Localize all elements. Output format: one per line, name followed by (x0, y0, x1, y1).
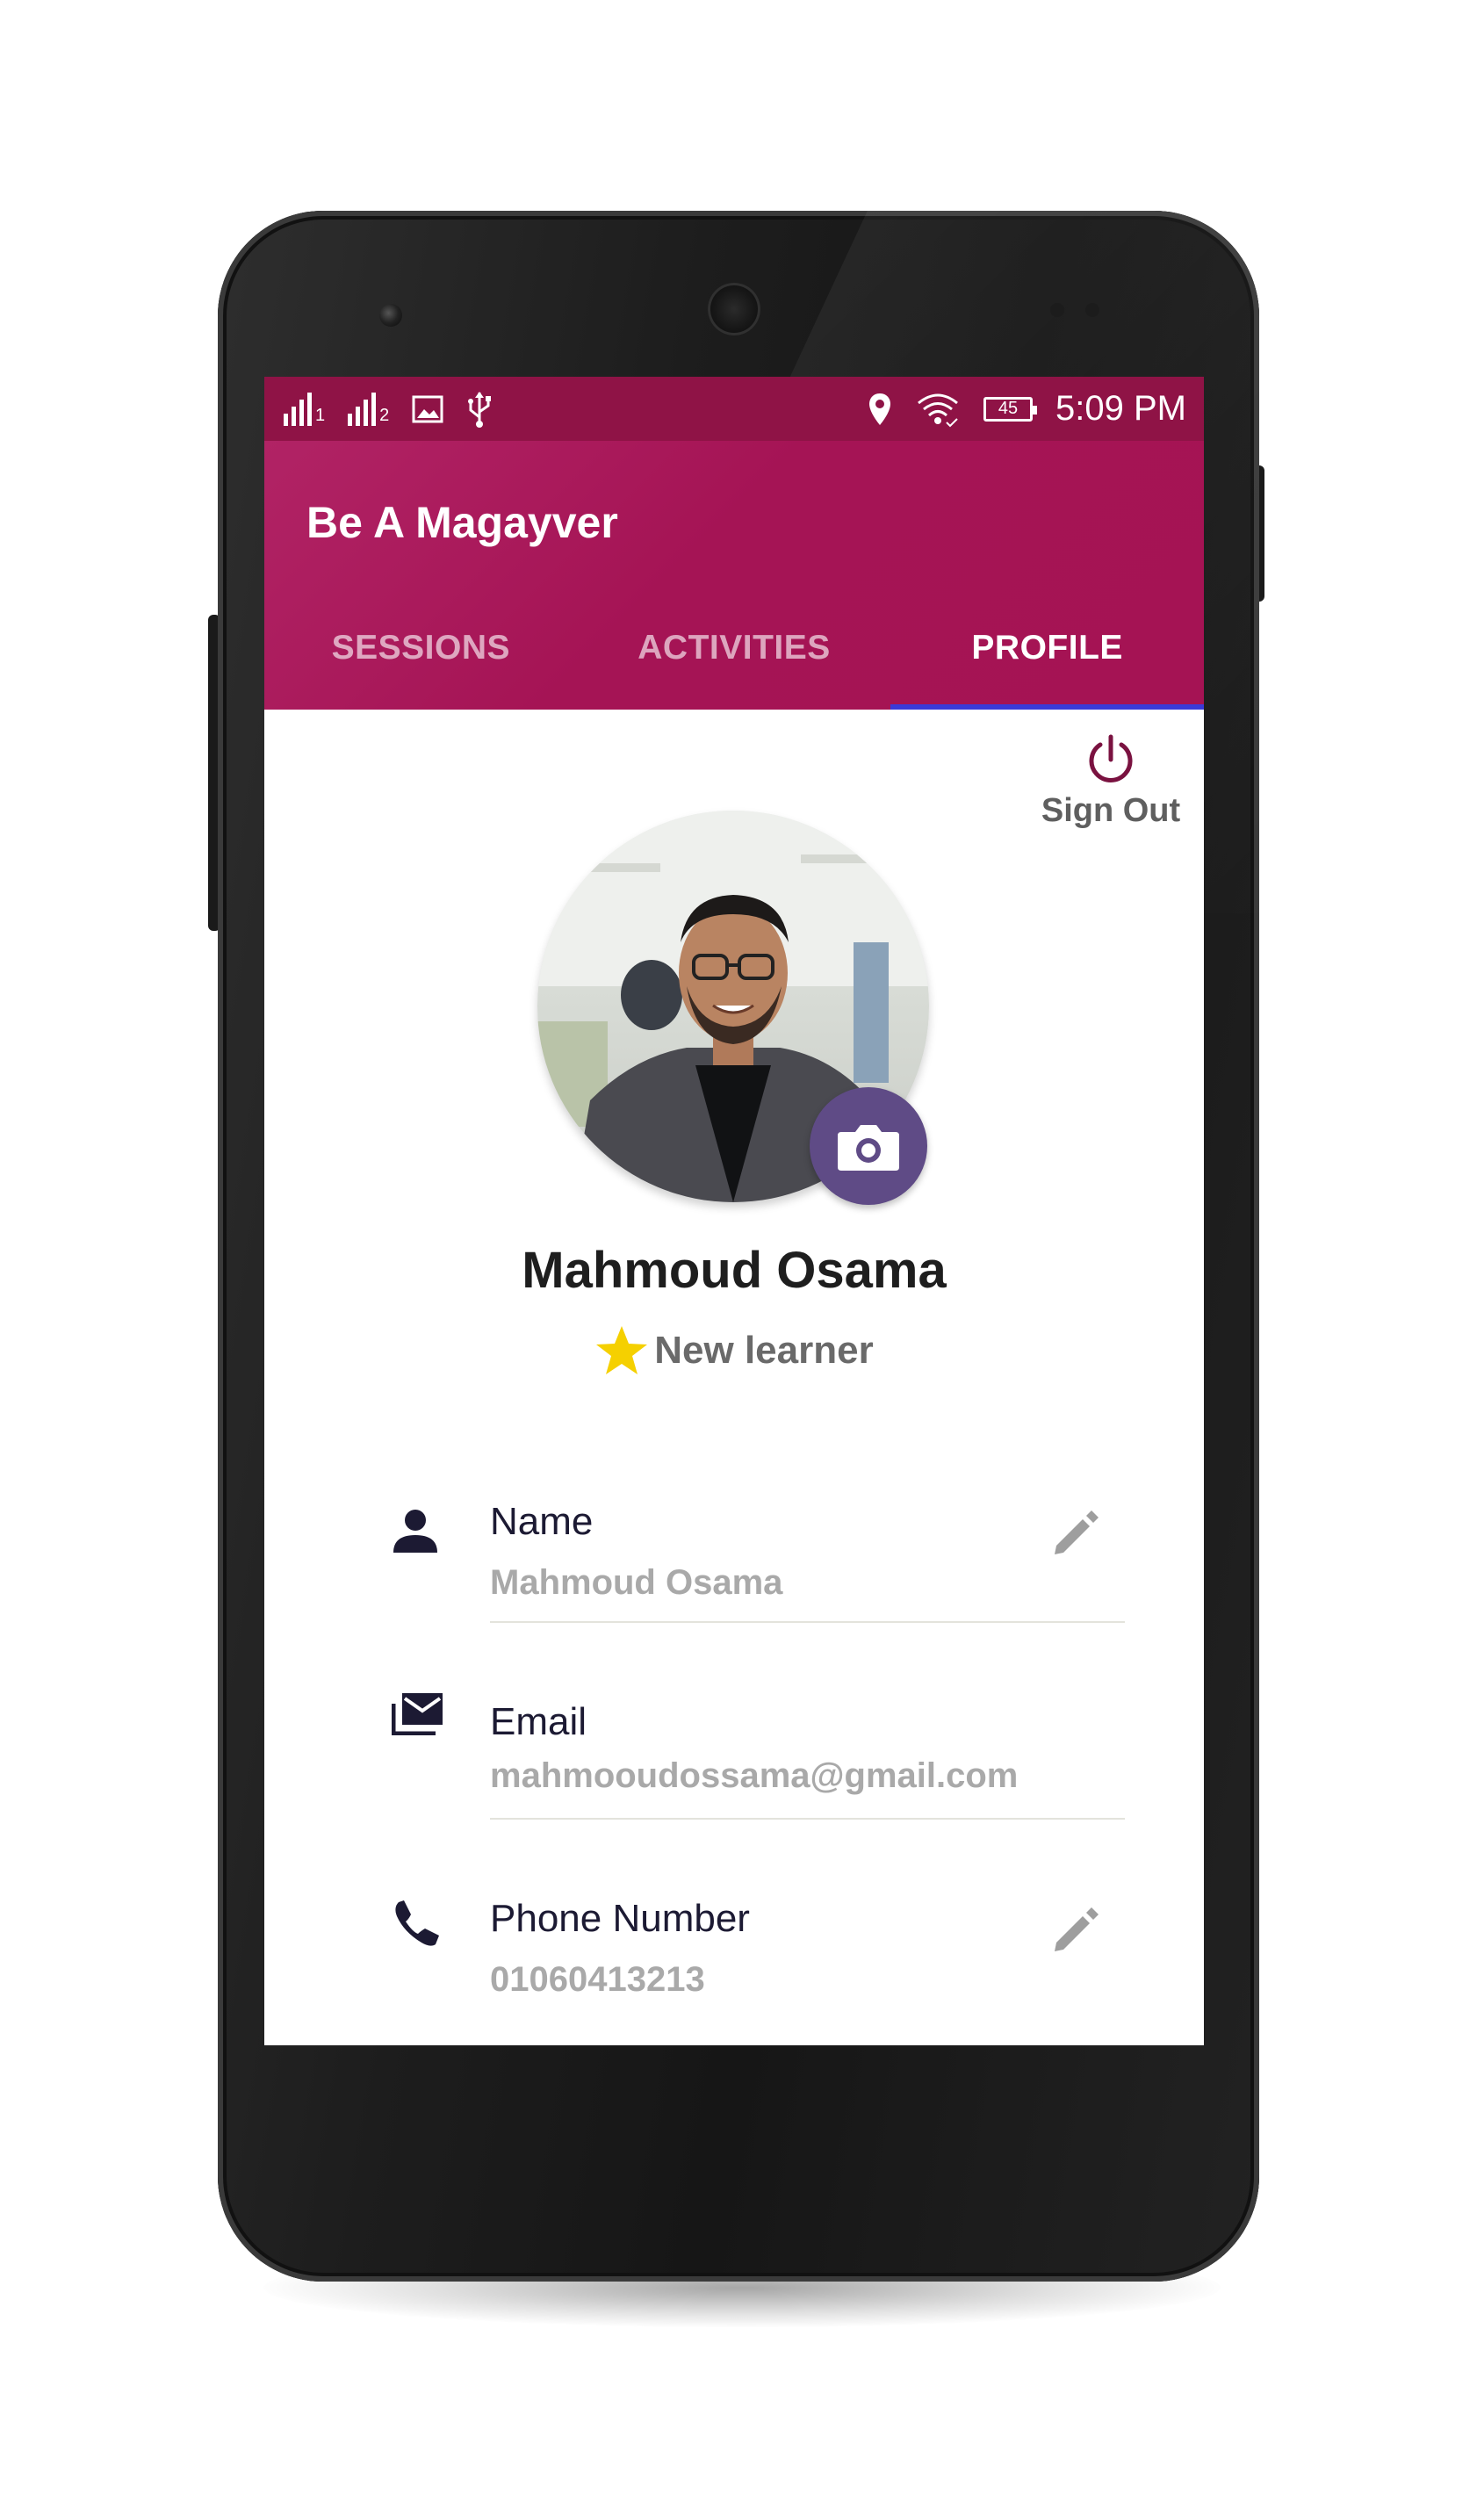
edit-phone-button[interactable] (1051, 1904, 1102, 1955)
signal-icon (348, 392, 377, 426)
app-bar: Be A Magayver SESSIONS ACTIVITIES PROFIL… (264, 441, 1204, 710)
profile-name: Mahmoud Osama (522, 1242, 947, 1299)
tab-activities[interactable]: ACTIVITIES (578, 587, 891, 710)
divider (490, 1818, 1125, 1820)
front-camera (379, 304, 402, 327)
sign-out-label: Sign Out (1041, 792, 1181, 829)
tab-sessions[interactable]: SESSIONS (264, 587, 578, 710)
phone-icon (395, 1900, 439, 1946)
edit-name-button[interactable] (1051, 1507, 1102, 1558)
status-time: 5:09 PM (1055, 389, 1186, 428)
sign-out-button[interactable]: Sign Out (1032, 732, 1190, 830)
name-value: Mahmoud Osama (490, 1563, 783, 1602)
sim1-signal: 1 (284, 392, 326, 426)
phone-label: Phone Number (490, 1897, 750, 1940)
app-title: Be A Magayver (306, 498, 618, 547)
sim2-label: 2 (379, 405, 390, 425)
change-photo-button[interactable] (810, 1087, 927, 1205)
star-icon (596, 1326, 648, 1374)
light-sensor (1085, 303, 1099, 317)
profile-content: Sign Out Mahmoud Osama New learner Name … (264, 710, 1204, 2045)
camera-icon (838, 1125, 899, 1171)
battery-level: 45 (998, 399, 1019, 418)
divider (490, 1621, 1125, 1623)
person-icon (393, 1510, 437, 1553)
status-bar: 1 2 45 5:09 PM (264, 377, 1204, 441)
email-value: mahmooudossama@gmail.com (490, 1756, 1019, 1795)
tab-profile[interactable]: PROFILE (890, 587, 1204, 710)
signal-icon (284, 392, 312, 426)
proximity-sensor (1050, 303, 1064, 317)
level-text: New learner (654, 1329, 874, 1372)
email-icon (392, 1693, 443, 1735)
location-icon (869, 393, 891, 425)
power-icon (1089, 734, 1133, 782)
wifi-icon (918, 393, 958, 427)
sim2-signal: 2 (348, 392, 390, 426)
usb-icon (468, 391, 492, 428)
profile-photo (537, 811, 929, 1205)
battery-icon: 45 (983, 396, 1038, 422)
sim1-label: 1 (315, 405, 326, 425)
tab-bar: SESSIONS ACTIVITIES PROFILE (264, 587, 1204, 710)
email-label: Email (490, 1700, 587, 1743)
learner-level: New learner (264, 1324, 1204, 1377)
screen: 1 2 45 5:09 PM Be A Magayver SESSIONS AC… (264, 377, 1204, 2045)
image-icon (412, 395, 443, 422)
name-label: Name (490, 1500, 594, 1543)
phone-value: 01060413213 (490, 1960, 705, 1999)
earpiece-speaker (708, 283, 760, 335)
